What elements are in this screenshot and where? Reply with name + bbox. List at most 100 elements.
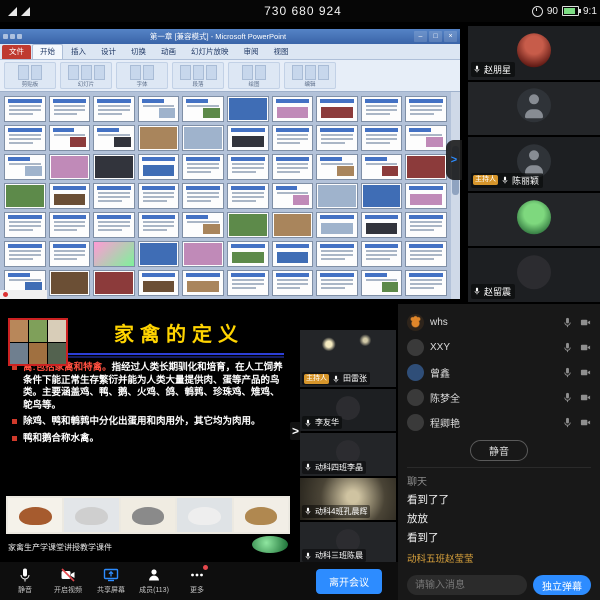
video-tile[interactable] [468,82,600,136]
collapse-panel-arrow[interactable]: > [446,140,462,180]
slide-thumbnail[interactable] [138,241,180,267]
ppt-tab-1[interactable]: 开始 [32,44,63,59]
slide-thumbnail[interactable] [49,96,91,122]
ribbon-button[interactable] [193,65,204,80]
slide-thumbnail[interactable] [138,270,180,296]
slide-thumbnail[interactable] [227,241,269,267]
slide-thumbnail[interactable] [93,241,135,267]
member-row[interactable]: whs [407,310,591,335]
slide-thumbnail[interactable] [93,183,135,209]
ribbon-group[interactable]: 绘图 [228,62,280,89]
slide-thumbnail[interactable] [227,212,269,238]
slide-thumbnail[interactable] [227,125,269,151]
slide-thumbnail[interactable] [316,241,358,267]
video-tile[interactable]: 动科4班孔晨辉 [300,478,396,520]
slide-thumbnail[interactable] [272,154,314,180]
ribbon-group[interactable]: 段落 [172,62,224,89]
slide-thumbnail[interactable] [405,96,447,122]
slide-thumbnail[interactable] [93,96,135,122]
video-tile[interactable]: 动科三班陈晨 [300,522,396,564]
slide-thumbnail[interactable] [227,96,269,122]
slide-thumbnail[interactable] [182,183,224,209]
toolbar-share-button[interactable]: 共享屏幕 [96,567,126,595]
scrollbar[interactable] [451,92,460,299]
mute-button[interactable]: 静音 [470,440,528,461]
video-tile[interactable]: 主持人陈丽颖 [468,137,600,191]
slide-thumbnail[interactable] [361,270,403,296]
slide-thumbnail[interactable] [361,125,403,151]
slide-thumbnail[interactable] [4,154,46,180]
slide-thumbnail[interactable] [272,183,314,209]
slide-thumbnail[interactable] [182,212,224,238]
ribbon-group[interactable]: 剪贴板 [4,62,56,89]
slide-thumbnail[interactable] [49,154,91,180]
video-tile[interactable]: 赵留震 [468,248,600,302]
ribbon-button[interactable] [81,65,92,80]
slide-thumbnail[interactable] [227,154,269,180]
close-button[interactable]: × [444,31,457,42]
member-row[interactable]: XXY [407,335,591,360]
ribbon-group[interactable]: 幻灯片 [60,62,112,89]
slide-thumbnail[interactable] [405,154,447,180]
slide-thumbnail[interactable] [272,241,314,267]
slide-thumbnail[interactable] [316,270,358,296]
ppt-tab-5[interactable]: 动画 [154,45,183,59]
slide-thumbnail[interactable] [4,96,46,122]
slide-thumbnail[interactable] [182,125,224,151]
ribbon-button[interactable] [318,65,329,80]
slide-thumbnail[interactable] [405,125,447,151]
slide-thumbnail[interactable] [49,270,91,296]
slide-thumbnail[interactable] [361,96,403,122]
slide-thumbnail[interactable] [4,241,46,267]
slide-thumbnail[interactable] [93,270,135,296]
ribbon-button[interactable] [143,65,154,80]
slide-thumbnail[interactable] [49,183,91,209]
slide-thumbnail[interactable] [182,154,224,180]
slide-thumbnail[interactable] [4,212,46,238]
member-row[interactable]: 曾鑫 [407,360,591,385]
ribbon-button[interactable] [292,65,303,80]
slide-thumbnail[interactable] [49,212,91,238]
maximize-button[interactable]: □ [429,31,442,42]
toolbar-members-button[interactable]: 成员(113) [139,567,169,595]
ribbon-button[interactable] [180,65,191,80]
ribbon-button[interactable] [94,65,105,80]
video-tile[interactable] [468,193,600,247]
slide-thumbnail[interactable] [182,270,224,296]
slide-thumbnail[interactable] [227,270,269,296]
ribbon-group[interactable]: 字体 [116,62,168,89]
slide-thumbnail[interactable] [405,212,447,238]
slide-thumbnail[interactable] [405,270,447,296]
ribbon-button[interactable] [242,65,253,80]
slide-thumbnail[interactable] [49,125,91,151]
video-tile[interactable]: 赵朋星 [468,26,600,80]
slide-thumbnail[interactable] [138,183,180,209]
slide-thumbnail[interactable] [316,154,358,180]
slide-thumbnail[interactable] [361,183,403,209]
member-row[interactable]: 程卿艳 [407,410,591,435]
slide-thumbnail[interactable] [138,125,180,151]
toolbar-camera-off-button[interactable]: 开启视频 [53,567,83,595]
ribbon-group[interactable]: 编辑 [284,62,336,89]
slide-thumbnail[interactable] [93,212,135,238]
slide-thumbnail[interactable] [316,96,358,122]
slide-thumbnail[interactable] [361,212,403,238]
ribbon-button[interactable] [68,65,79,80]
slide-thumbnail[interactable] [316,183,358,209]
member-row[interactable]: 陈梦全 [407,385,591,410]
ribbon-button[interactable] [18,65,29,80]
video-tile[interactable]: 动科四班李晶 [300,433,396,475]
toolbar-mic-button[interactable]: 静音 [10,567,40,595]
ppt-tab-7[interactable]: 审阅 [237,45,266,59]
slide-thumbnail[interactable] [316,212,358,238]
toolbar-more-button[interactable]: 更多 [182,567,212,595]
redo-icon[interactable] [17,34,22,39]
slide-thumbnail[interactable] [138,154,180,180]
slide-thumbnail[interactable] [272,270,314,296]
slide-thumbnail[interactable] [361,241,403,267]
slide-thumbnail[interactable] [93,154,135,180]
ribbon-button[interactable] [305,65,316,80]
ribbon-button[interactable] [31,65,42,80]
ppt-tab-0[interactable]: 文件 [2,45,31,59]
ribbon-button[interactable] [130,65,141,80]
